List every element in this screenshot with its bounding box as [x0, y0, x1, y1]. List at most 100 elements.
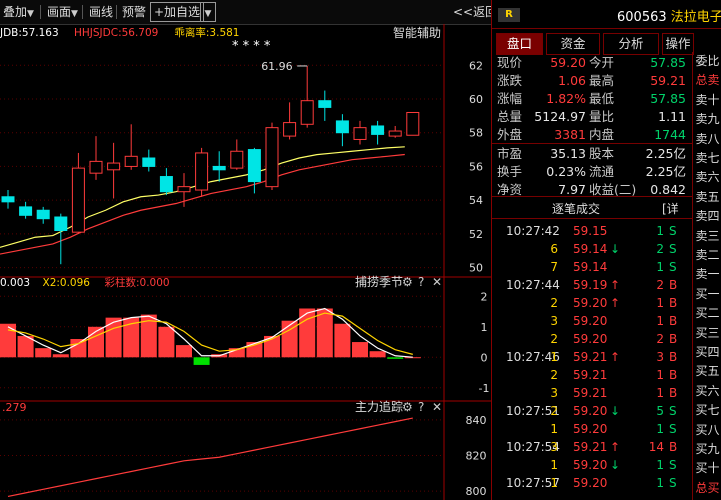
- divider: [492, 218, 692, 219]
- gear-icon[interactable]: ⚙: [402, 400, 413, 414]
- candle-body: [177, 186, 191, 193]
- order-book-level[interactable]: 卖八: [693, 130, 721, 148]
- order-book-level[interactable]: 卖二: [693, 246, 721, 264]
- candle-body: [89, 160, 103, 174]
- trade-side: B: [669, 440, 678, 454]
- order-book-level[interactable]: 卖五: [693, 188, 721, 206]
- trade-price: 59.14: [573, 242, 608, 256]
- divider: [40, 5, 41, 19]
- sub1-legend-item: 彩柱数:0.000: [105, 276, 170, 289]
- help-icon[interactable]: ?: [418, 275, 424, 289]
- help-icon[interactable]: ?: [418, 400, 424, 414]
- order-book-level[interactable]: 总买: [693, 479, 721, 497]
- trade-price: 59.20: [573, 458, 608, 472]
- order-book-level[interactable]: 买三: [693, 324, 721, 342]
- quote-label: 最低: [589, 91, 615, 106]
- stock-name: 法拉电子: [670, 10, 721, 25]
- trade-row: 3 59.20 1 B: [492, 312, 692, 330]
- top-toolbar: 叠加▼ 画面▼ 画线 预警 +加自选 ▼ <<返回: [0, 0, 497, 25]
- quote-label: 涨幅: [497, 91, 523, 106]
- candle-body: [388, 130, 402, 137]
- trade-volume: 2: [656, 278, 664, 292]
- trade-volume: 1: [656, 314, 664, 328]
- close-icon[interactable]: ✕: [432, 400, 442, 414]
- sub1-bars: [0, 308, 421, 365]
- overlay-menu-button[interactable]: 叠加▼: [0, 2, 37, 22]
- quote-label: 现价: [497, 55, 523, 70]
- price-tick-label: 58: [469, 127, 483, 140]
- quote-row: 外盘 3381 内盘 1744: [492, 126, 692, 144]
- alert-button[interactable]: 预警: [119, 2, 149, 22]
- candle-body: [371, 125, 385, 135]
- trade-direction-icon: ↑: [610, 440, 621, 454]
- order-book-level[interactable]: 买七: [693, 401, 721, 419]
- trade-price: 59.19: [573, 278, 608, 292]
- quote-label: 今开: [589, 55, 615, 70]
- tab-analysis[interactable]: 分析: [603, 33, 659, 55]
- candle-body: [283, 122, 297, 137]
- trade-side: S: [669, 404, 677, 418]
- sub2-tick-label: 800: [466, 485, 487, 498]
- sub1-tick-label: -1: [479, 382, 490, 395]
- fundamental-row: 市盈 35.13 股本 2.25亿: [492, 145, 692, 163]
- tab-operate[interactable]: 操作: [662, 33, 694, 55]
- order-book-level[interactable]: 买九: [693, 440, 721, 458]
- sub2-tick-label: 820: [466, 449, 487, 462]
- quote-value: 1.82%: [546, 91, 586, 106]
- gear-icon[interactable]: ⚙: [402, 275, 413, 289]
- order-book-level[interactable]: 买六: [693, 382, 721, 400]
- candle-body: [247, 149, 261, 183]
- order-book-level[interactable]: 卖四: [693, 207, 721, 225]
- peak-price-label: 61.96: [261, 60, 293, 73]
- sub2-legend: .279: [2, 401, 27, 414]
- trade-price: 59.20: [573, 476, 608, 490]
- order-book-level[interactable]: 委比: [693, 52, 721, 70]
- trade-row: 2 59.21 1 B: [492, 366, 692, 384]
- sub1-bar: [316, 308, 333, 358]
- trade-price: 59.20: [573, 314, 608, 328]
- order-book-level[interactable]: 买十: [693, 459, 721, 477]
- order-book-level[interactable]: 买一: [693, 285, 721, 303]
- order-book-level[interactable]: 总卖: [693, 71, 721, 89]
- order-book-level[interactable]: 卖三: [693, 227, 721, 245]
- kline-chart-area[interactable]: JDB:57.163 HHJSJDC:56.709 乖离率:3.581 * * * …: [0, 24, 491, 500]
- watchlist-dropdown-button[interactable]: ▼: [200, 2, 216, 22]
- order-book-level[interactable]: 买二: [693, 304, 721, 322]
- price-tick-label: 56: [469, 160, 483, 173]
- legend-item: 乖离率:3.581: [174, 26, 239, 39]
- quote-label: 股本: [589, 146, 615, 161]
- close-icon[interactable]: ✕: [432, 275, 442, 289]
- sub2-series-line: [7, 417, 413, 498]
- candle-body: [159, 176, 173, 193]
- sub1-bar: [176, 345, 192, 358]
- order-book-level[interactable]: 买五: [693, 362, 721, 380]
- stock-code: 600563: [617, 10, 667, 25]
- trade-side: S: [669, 242, 677, 256]
- trade-prefix-volume: 2: [550, 296, 558, 310]
- order-book-level[interactable]: 卖九: [693, 110, 721, 128]
- add-watchlist-button[interactable]: +加自选: [150, 2, 205, 22]
- trade-price: 59.21: [573, 350, 608, 364]
- tab-handicap[interactable]: 盘口: [496, 33, 543, 55]
- legend-item: HHJSJDC:56.709: [74, 27, 158, 39]
- trade-side: S: [669, 224, 677, 238]
- sub1-legend-item: 0.003: [0, 277, 30, 289]
- trade-side: S: [669, 458, 677, 472]
- sub1-bar: [193, 357, 210, 365]
- sub1-bar: [52, 354, 69, 358]
- screen-menu-button[interactable]: 画面▼: [44, 2, 81, 22]
- order-book-level[interactable]: 卖六: [693, 168, 721, 186]
- order-book-level[interactable]: 卖一: [693, 265, 721, 283]
- sub1-bar: [35, 348, 52, 358]
- tab-funds[interactable]: 资金: [546, 33, 600, 55]
- order-book-level[interactable]: 买八: [693, 421, 721, 439]
- order-book-level[interactable]: 卖七: [693, 149, 721, 167]
- trade-prefix-volume: 3: [550, 314, 558, 328]
- order-book-level[interactable]: 买四: [693, 343, 721, 361]
- price-tick-label: 50: [469, 262, 483, 275]
- draw-line-button[interactable]: 画线: [86, 2, 116, 22]
- order-book-level[interactable]: 卖十: [693, 91, 721, 109]
- candle-body: [335, 120, 349, 134]
- candle-body: [265, 127, 279, 188]
- trades-detail-link[interactable]: [详: [662, 200, 679, 217]
